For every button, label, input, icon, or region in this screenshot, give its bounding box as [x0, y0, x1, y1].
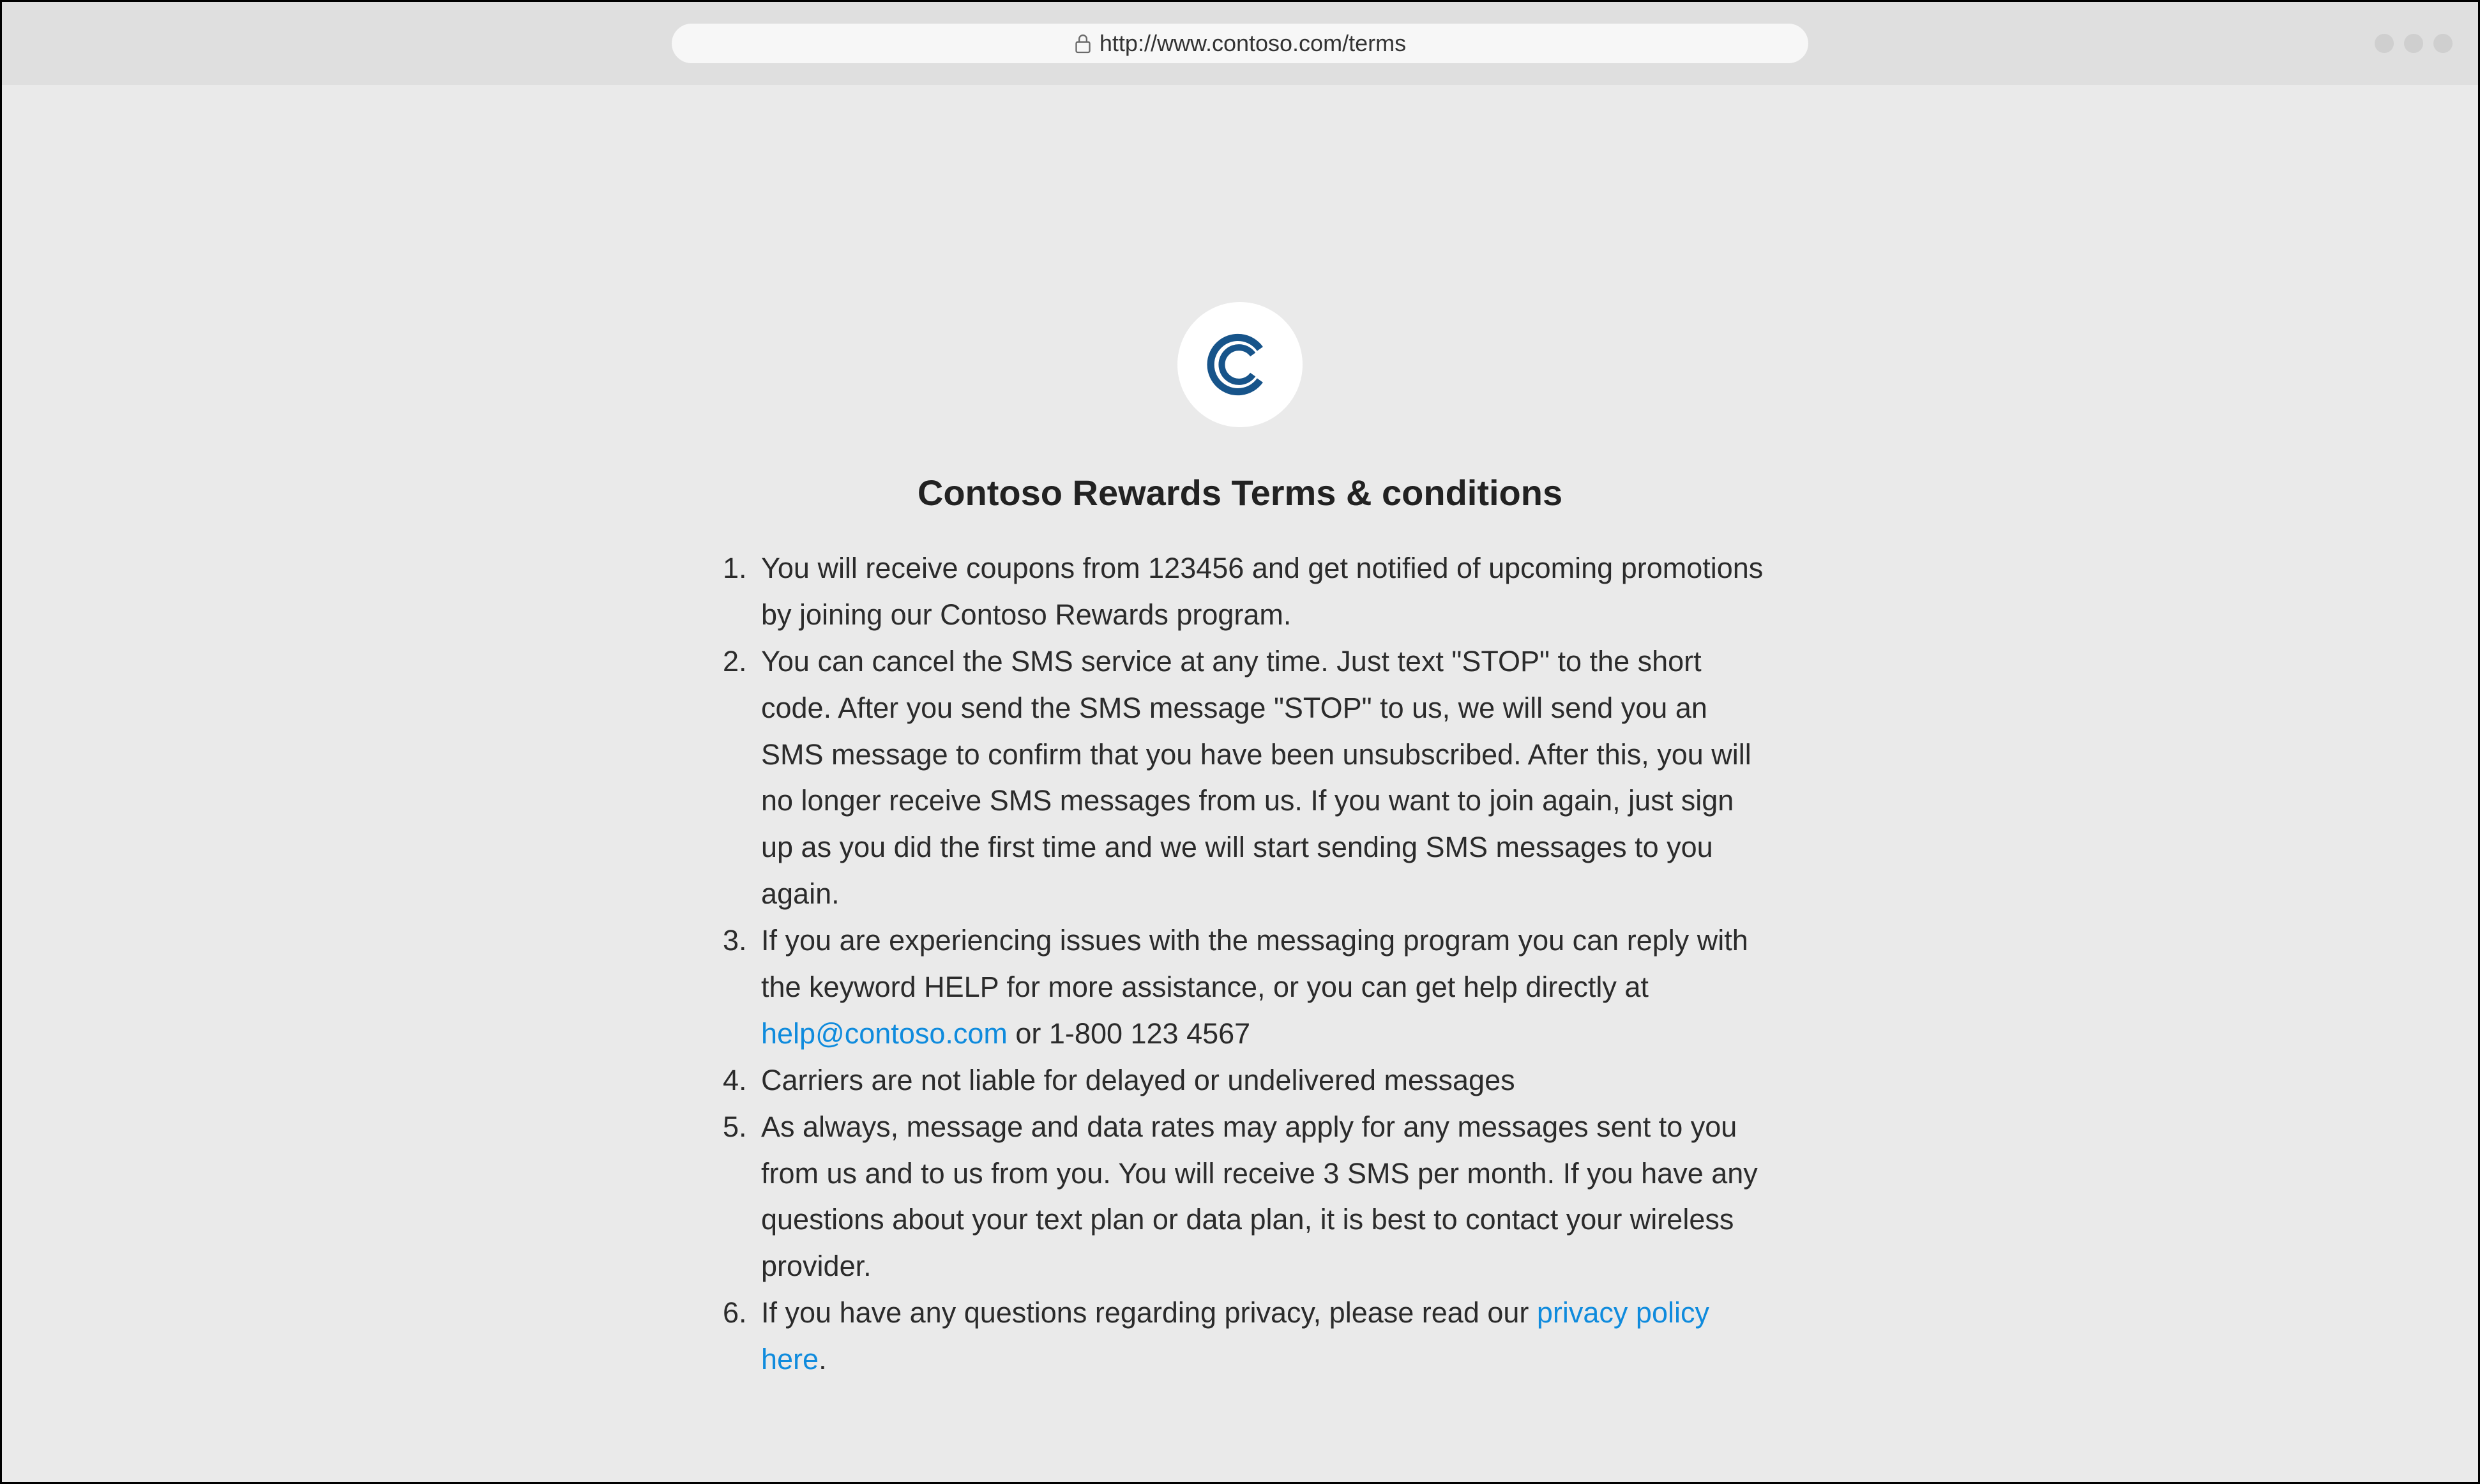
maximize-button[interactable] — [2404, 34, 2423, 53]
terms-text: If you have any questions regarding priv… — [761, 1296, 1537, 1329]
minimize-button[interactable] — [2375, 34, 2394, 53]
terms-list: You will receive coupons from 123456 and… — [716, 545, 1764, 1383]
terms-item: You will receive coupons from 123456 and… — [755, 545, 1764, 639]
terms-text: Carriers are not liable for delayed or u… — [761, 1064, 1515, 1096]
window-controls — [2375, 34, 2453, 53]
terms-text: You can cancel the SMS service at any ti… — [761, 645, 1751, 910]
terms-text: As always, message and data rates may ap… — [761, 1110, 1758, 1283]
terms-text: or 1-800 123 4567 — [1008, 1017, 1250, 1050]
terms-item: As always, message and data rates may ap… — [755, 1104, 1764, 1291]
terms-item: If you have any questions regarding priv… — [755, 1290, 1764, 1383]
page-content: Contoso Rewards Terms & conditions You w… — [2, 85, 2478, 1482]
logo — [1177, 302, 1303, 427]
terms-text: If you are experiencing issues with the … — [761, 924, 1748, 1003]
close-button[interactable] — [2433, 34, 2453, 53]
terms-text: You will receive coupons from 123456 and… — [761, 552, 1763, 631]
terms-item: Carriers are not liable for delayed or u… — [755, 1057, 1764, 1104]
terms-item: If you are experiencing issues with the … — [755, 918, 1764, 1057]
address-bar-url: http://www.contoso.com/terms — [1100, 30, 1406, 57]
contoso-logo-icon — [1204, 329, 1276, 400]
lock-icon — [1074, 33, 1092, 54]
browser-window: http://www.contoso.com/terms Contoso Rew… — [0, 0, 2480, 1484]
page-title: Contoso Rewards Terms & conditions — [918, 472, 1562, 513]
help-email-link[interactable]: help@contoso.com — [761, 1017, 1008, 1050]
terms-text: . — [819, 1343, 827, 1375]
address-bar[interactable]: http://www.contoso.com/terms — [672, 24, 1808, 63]
terms-item: You can cancel the SMS service at any ti… — [755, 639, 1764, 918]
browser-toolbar: http://www.contoso.com/terms — [2, 2, 2478, 85]
